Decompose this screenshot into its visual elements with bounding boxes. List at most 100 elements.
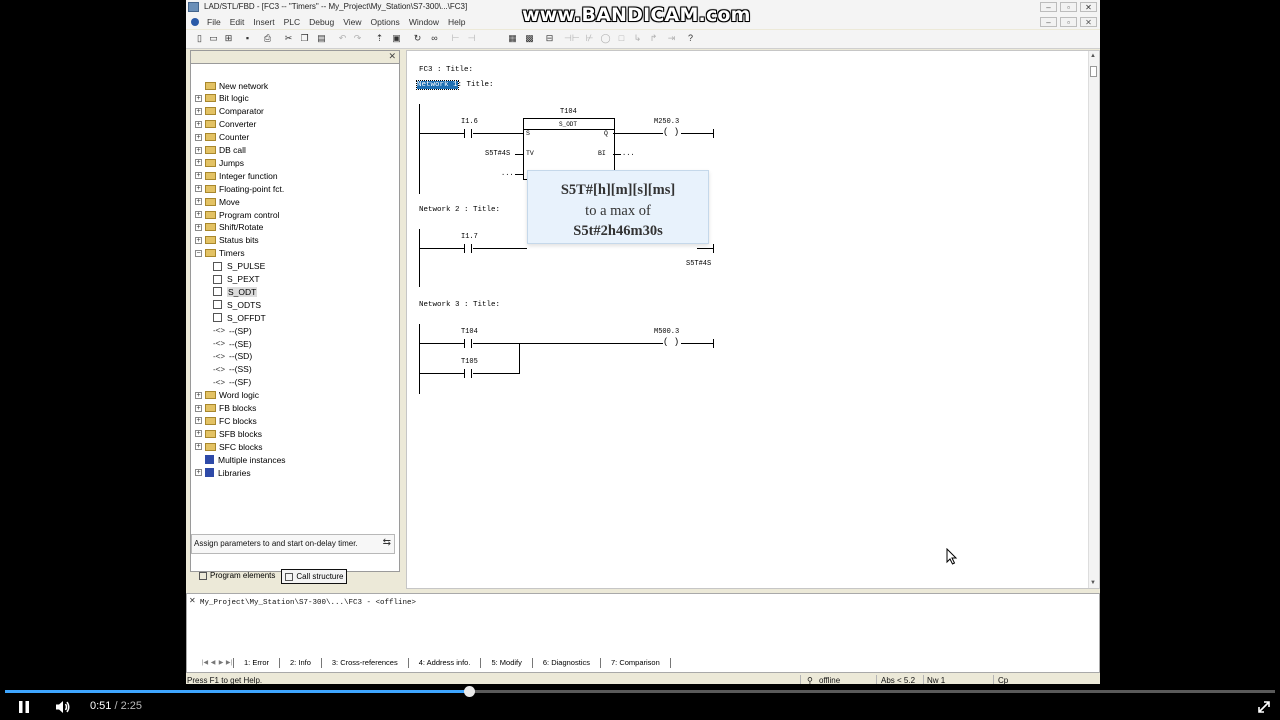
pause-icon[interactable]	[17, 700, 31, 714]
catalog-icon[interactable]: ⊣	[466, 33, 477, 44]
tree-item[interactable]: + Program control	[195, 208, 279, 221]
menu-file[interactable]: File	[207, 17, 221, 27]
coil-m250-3[interactable]: ( )	[663, 128, 679, 137]
download-icon[interactable]: ▣	[391, 33, 402, 44]
tree-item[interactable]: + DB call	[195, 144, 246, 157]
tree-item[interactable]: -<> --(SS)	[213, 363, 252, 376]
expand-icon[interactable]: +	[195, 223, 202, 231]
tree-item[interactable]: New network	[195, 79, 268, 92]
tab-error[interactable]: 1: Error	[233, 657, 281, 668]
tree-item[interactable]: + SFC blocks	[195, 440, 262, 453]
scroll-down-icon[interactable]: ▼	[1090, 580, 1096, 586]
branch-close-icon[interactable]: ↱	[648, 33, 659, 44]
tree-item[interactable]: + SFB blocks	[195, 427, 262, 440]
restore-button[interactable]: ▫	[1060, 2, 1077, 12]
tab-address-info[interactable]: 4: Address info.	[409, 657, 482, 668]
network-2-title[interactable]: Network 2 : Title:	[419, 206, 500, 214]
menu-debug[interactable]: Debug	[309, 17, 334, 27]
new-icon[interactable]: ▯	[194, 33, 205, 44]
fullscreen-icon[interactable]	[1257, 700, 1271, 714]
coil-m500-3[interactable]: ( )	[663, 338, 679, 347]
close-button[interactable]: ✕	[1080, 2, 1097, 12]
expand-icon[interactable]: +	[195, 185, 202, 193]
document-menu-icon[interactable]	[191, 18, 199, 26]
block-title[interactable]: FC3 : Title:	[419, 66, 473, 74]
volume-icon[interactable]	[55, 699, 71, 715]
panel-close-icon[interactable]: ✕	[388, 51, 396, 62]
progress-bar[interactable]	[5, 686, 1275, 697]
expand-icon[interactable]: +	[195, 404, 202, 412]
tab-next-icon[interactable]: ▶	[217, 659, 225, 666]
tree-item[interactable]: S_ODT	[213, 285, 258, 298]
timer-address[interactable]: T104	[560, 108, 577, 116]
expand-icon[interactable]: +	[195, 146, 202, 154]
branch-connect-icon[interactable]: ⇥	[666, 33, 677, 44]
tree-item[interactable]: + Counter	[195, 131, 249, 144]
expand-icon[interactable]: +	[195, 172, 202, 180]
r-value[interactable]: ...	[501, 170, 514, 178]
contact-i1-7[interactable]	[463, 244, 473, 253]
accessible-nodes-icon[interactable]: ⊞	[223, 33, 234, 44]
box-icon[interactable]: □	[616, 33, 627, 44]
tree-item[interactable]: + Word logic	[195, 389, 259, 402]
tab-modify[interactable]: 5: Modify	[481, 657, 533, 668]
help-icon[interactable]: ?	[685, 33, 696, 44]
tab-program-elements[interactable]: Program elements	[196, 569, 278, 582]
expand-icon[interactable]: +	[195, 469, 202, 476]
tree-item[interactable]: + Bit logic	[195, 92, 249, 105]
tree-item[interactable]: -<> --(SF)	[213, 376, 251, 389]
contact-address[interactable]: I1.7	[461, 233, 478, 241]
tree-item[interactable]: + Comparator	[195, 105, 264, 118]
menu-view[interactable]: View	[343, 17, 361, 27]
progress-handle[interactable]	[464, 686, 476, 697]
contact-address[interactable]: I1.6	[461, 118, 478, 126]
network-icon[interactable]: ▦	[507, 33, 518, 44]
contact-t105[interactable]	[463, 369, 473, 378]
menu-insert[interactable]: Insert	[253, 17, 274, 27]
output-address[interactable]: M250.3	[654, 118, 679, 126]
expand-icon[interactable]: +	[195, 417, 202, 425]
tree-item[interactable]: + FC blocks	[195, 414, 257, 427]
contact-nc-icon[interactable]: ⊬	[584, 33, 595, 44]
tab-info[interactable]: 2: Info	[280, 657, 322, 668]
network-1-title[interactable]: Network 1: Title:	[416, 80, 494, 90]
monitor-icon[interactable]: ↻	[412, 33, 423, 44]
doc-minimize-button[interactable]: –	[1040, 17, 1057, 27]
tree-item[interactable]: Multiple instances	[195, 453, 286, 466]
tv-value[interactable]: S5T#4S	[485, 150, 510, 158]
network-1-label[interactable]: Network 1	[416, 80, 459, 90]
branch-open-icon[interactable]: ↳	[632, 33, 643, 44]
tab-prev-icon[interactable]: ◀	[209, 659, 217, 666]
output-address[interactable]: M500.3	[654, 328, 679, 336]
coil-icon[interactable]: ◯	[600, 33, 611, 44]
tree-item[interactable]: + FB blocks	[195, 402, 256, 415]
glasses-icon[interactable]: ∞	[429, 33, 440, 44]
editor-vertical-scrollbar[interactable]: ▲ ▼	[1088, 51, 1099, 588]
menu-options[interactable]: Options	[371, 17, 400, 27]
doc-close-button[interactable]: ✕	[1080, 17, 1097, 27]
paste-icon[interactable]: ▤	[316, 33, 327, 44]
tree-item[interactable]: + Integer function	[195, 169, 278, 182]
tree-item[interactable]: + Move	[195, 195, 240, 208]
menu-window[interactable]: Window	[409, 17, 439, 27]
tree-item[interactable]: + Floating-point fct.	[195, 182, 284, 195]
undo-icon[interactable]: ↶	[337, 33, 348, 44]
tab-diagnostics[interactable]: 6: Diagnostics	[533, 657, 601, 668]
expand-icon[interactable]: +	[195, 430, 202, 438]
minimize-button[interactable]: –	[1040, 2, 1057, 12]
catalog-toggle-icon[interactable]: ▩	[524, 33, 535, 44]
tree-item[interactable]: -<> --(SE)	[213, 337, 252, 350]
menu-plc[interactable]: PLC	[284, 17, 301, 27]
open-icon[interactable]: ▭	[208, 33, 219, 44]
expand-icon[interactable]: +	[195, 391, 202, 399]
tab-call-structure[interactable]: Call structure	[281, 569, 348, 584]
contact-i1-6[interactable]	[463, 129, 473, 138]
tree-item[interactable]: − Timers	[195, 247, 245, 260]
redo-icon[interactable]: ↷	[352, 33, 363, 44]
expand-icon[interactable]: +	[195, 443, 202, 451]
tree-item[interactable]: S_ODTS	[213, 298, 261, 311]
tree-item[interactable]: -<> --(SP)	[213, 324, 252, 337]
expand-icon[interactable]: +	[195, 236, 202, 244]
menu-help[interactable]: Help	[448, 17, 465, 27]
save-icon[interactable]: ▪	[242, 33, 253, 44]
